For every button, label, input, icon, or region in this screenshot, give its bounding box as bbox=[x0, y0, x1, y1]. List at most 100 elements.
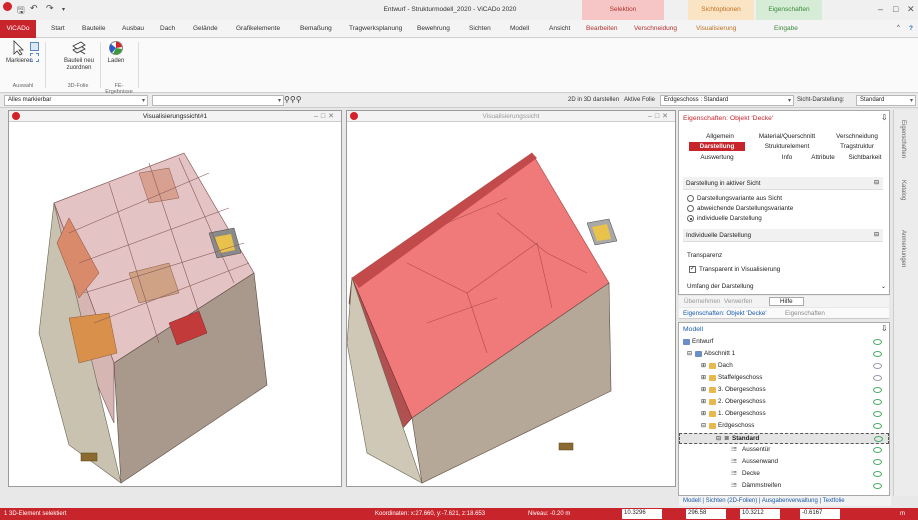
maximize-button[interactable]: □ bbox=[893, 4, 898, 14]
ptab-objekt-decke[interactable]: Eigenschaften: Objekt 'Decke' bbox=[683, 310, 767, 317]
tree-item-decke[interactable]: ⁝≡ Decke bbox=[679, 469, 889, 480]
ptab-eigenschaften[interactable]: Eigenschaften bbox=[785, 310, 825, 317]
visibility-eye-icon[interactable] bbox=[873, 375, 882, 381]
pin-icon[interactable]: ⇩ bbox=[881, 324, 888, 333]
tab-gelaende[interactable]: Gelände bbox=[193, 25, 218, 32]
ptab-tragstruktur[interactable]: Tragstruktur bbox=[829, 143, 885, 150]
visualization-view-right[interactable]: Visualisierungssicht –□✕ bbox=[346, 110, 676, 487]
tab-ansicht[interactable]: Ansicht bbox=[549, 25, 570, 32]
tree-item-entwurf[interactable]: Entwurf bbox=[679, 337, 889, 348]
tab-modell[interactable]: Modell bbox=[510, 25, 529, 32]
bauteil-neu-zuordnen-button[interactable]: Bauteil neu zuordnen bbox=[60, 40, 98, 72]
visibility-eye-icon[interactable] bbox=[873, 483, 882, 489]
visibility-eye-icon[interactable] bbox=[873, 459, 882, 465]
binoculars-icon[interactable]: ⚲⚲⚲ bbox=[284, 95, 302, 104]
radio-individuell[interactable] bbox=[687, 215, 694, 222]
tree-item-standard[interactable]: ⊟ ≣ Standard bbox=[679, 433, 889, 444]
mode-2d3d-toggle[interactable]: 2D in 3D darstellen bbox=[568, 97, 619, 103]
sicht-darstellung-dropdown[interactable]: Standard ▾ bbox=[856, 95, 916, 106]
collapse-icon[interactable]: ⊟ bbox=[874, 179, 879, 186]
uebernehmen-button[interactable]: Übernehmen bbox=[684, 298, 720, 305]
radio-darstellungsvariante[interactable] bbox=[687, 195, 694, 202]
select-window-icon[interactable] bbox=[30, 53, 39, 62]
ptab-info[interactable]: Info bbox=[775, 154, 799, 161]
help-icon[interactable]: ? bbox=[909, 25, 913, 32]
visibility-eye-icon[interactable] bbox=[874, 436, 883, 442]
select-frame-icon[interactable] bbox=[30, 42, 39, 51]
section-individuelle-darstellung[interactable]: Individuelle Darstellung ⊟ bbox=[683, 229, 883, 242]
tab-sichten[interactable]: Sichten bbox=[469, 25, 491, 32]
tab-vicado[interactable]: ViCADo bbox=[0, 20, 36, 38]
visibility-eye-icon[interactable] bbox=[873, 471, 882, 477]
visibility-eye-icon[interactable] bbox=[873, 351, 882, 357]
tab-bemassung[interactable]: Bemaßung bbox=[300, 25, 332, 32]
collapse-icon[interactable]: ⊟ bbox=[874, 231, 879, 238]
view-window-controls[interactable]: –□✕ bbox=[648, 112, 671, 120]
sidebar-tab-katalog[interactable]: Katalog bbox=[900, 180, 906, 200]
building-3d-model-ceiling[interactable] bbox=[347, 123, 675, 486]
tab-ausbau[interactable]: Ausbau bbox=[122, 25, 144, 32]
ptab-attribute[interactable]: Attribute bbox=[805, 154, 841, 161]
tree-item-erdgeschoss[interactable]: ⊟ Erdgeschoss bbox=[679, 421, 889, 432]
ptab-allgemein[interactable]: Allgemein bbox=[695, 133, 745, 140]
tree-item-2og[interactable]: ⊞ 2. Obergeschoss bbox=[679, 397, 889, 408]
tree-item-aussenwand[interactable]: ⁝≡ Aussenwand bbox=[679, 457, 889, 468]
transparent-checkbox[interactable]: ✓ bbox=[689, 266, 696, 273]
tab-start[interactable]: Start bbox=[51, 25, 65, 32]
redo-icon[interactable]: ↷ bbox=[46, 3, 54, 14]
status-field-2[interactable]: 296.58 bbox=[686, 509, 726, 519]
sidebar-tab-anmerkungen[interactable]: Anmerkungen bbox=[900, 230, 906, 267]
tree-item-abschnitt[interactable]: ⊟ Abschnitt 1 bbox=[679, 349, 889, 360]
status-field-3[interactable]: 10.3212 bbox=[740, 509, 780, 519]
tab-bearbeiten[interactable]: Bearbeiten bbox=[586, 25, 617, 32]
visibility-eye-icon[interactable] bbox=[873, 387, 882, 393]
laden-button[interactable]: Laden bbox=[104, 40, 128, 65]
expand-icon[interactable]: ⊞ bbox=[701, 386, 706, 393]
close-button[interactable]: ✕ bbox=[907, 4, 915, 15]
tree-item-dach[interactable]: ⊞ Dach bbox=[679, 361, 889, 372]
visibility-eye-icon[interactable] bbox=[873, 399, 882, 405]
expand-icon[interactable]: ⊞ bbox=[701, 362, 706, 369]
sidebar-tab-eigenschaften[interactable]: Eigenschaften bbox=[900, 120, 906, 158]
minimize-button[interactable]: – bbox=[878, 4, 883, 14]
tree-item-staffelgeschoss[interactable]: ⊞ Staffelgeschoss bbox=[679, 373, 889, 384]
tab-visualisierung[interactable]: Visualisierung bbox=[696, 25, 736, 32]
tree-item-1og[interactable]: ⊞ 1. Obergeschoss bbox=[679, 409, 889, 420]
undo-icon[interactable]: ↶ bbox=[30, 3, 38, 14]
status-field-4[interactable]: -0.6167 bbox=[800, 509, 840, 519]
view-window-controls[interactable]: –□✕ bbox=[314, 112, 337, 120]
ptab-auswertung[interactable]: Auswertung bbox=[689, 154, 745, 161]
ptab-darstellung[interactable]: Darstellung bbox=[689, 142, 745, 151]
expand-icon[interactable]: ⊞ bbox=[701, 374, 706, 381]
model-bottom-tabs[interactable]: Modell | Sichten (2D-Folien) | Ausgabenv… bbox=[679, 496, 891, 506]
ptab-verschneidung[interactable]: Verschneidung bbox=[829, 133, 885, 140]
ptab-strukturelement[interactable]: Strukturelement bbox=[751, 143, 823, 150]
visibility-eye-icon[interactable] bbox=[873, 447, 882, 453]
expand-icon[interactable]: ⊞ bbox=[701, 398, 706, 405]
section-darstellung-aktive-sicht[interactable]: Darstellung in aktiver Sicht ⊟ bbox=[683, 177, 883, 190]
filter-dropdown[interactable]: Alles markierbar ▾ bbox=[4, 95, 148, 106]
ptab-material[interactable]: Material/Querschnitt bbox=[751, 133, 823, 140]
collapse-icon[interactable]: ⊟ bbox=[716, 435, 721, 442]
pin-icon[interactable]: ⇩ bbox=[881, 113, 888, 122]
geschoss-dropdown[interactable]: Erdgeschoss : Standard ▾ bbox=[660, 95, 794, 106]
tab-bauteile[interactable]: Bauteile bbox=[82, 25, 106, 32]
tab-eingabe[interactable]: Eingabe bbox=[774, 25, 798, 32]
tab-bewehrung[interactable]: Bewehrung bbox=[417, 25, 450, 32]
verwerfen-button[interactable]: Verwerfen bbox=[724, 298, 752, 305]
collapse-icon[interactable]: ⊟ bbox=[701, 422, 706, 429]
collapse-icon[interactable]: ⊟ bbox=[687, 350, 692, 357]
radio-abweichend[interactable] bbox=[687, 205, 694, 212]
visibility-eye-icon[interactable] bbox=[873, 411, 882, 417]
ptab-sichtbarkeit[interactable]: Sichtbarkeit bbox=[843, 154, 887, 161]
collapse-ribbon-icon[interactable]: ^ bbox=[897, 25, 900, 31]
tab-verschneidung[interactable]: Verschneidung bbox=[634, 25, 677, 32]
save-icon[interactable]: 🖫 bbox=[17, 3, 25, 19]
visualization-view-left[interactable]: Visualisierungssicht#1 –□✕ bbox=[8, 110, 342, 487]
layer-dropdown[interactable]: ▾ bbox=[152, 95, 284, 106]
expand-icon[interactable]: ⊞ bbox=[701, 410, 706, 417]
tree-item-3og[interactable]: ⊞ 3. Obergeschoss bbox=[679, 385, 889, 396]
aktive-folie-toggle[interactable]: Aktive Folie bbox=[624, 97, 655, 103]
customize-icon[interactable]: ▾ bbox=[62, 6, 65, 13]
tree-item-aussentuer[interactable]: ⁝≡ Aussentür bbox=[679, 445, 889, 456]
